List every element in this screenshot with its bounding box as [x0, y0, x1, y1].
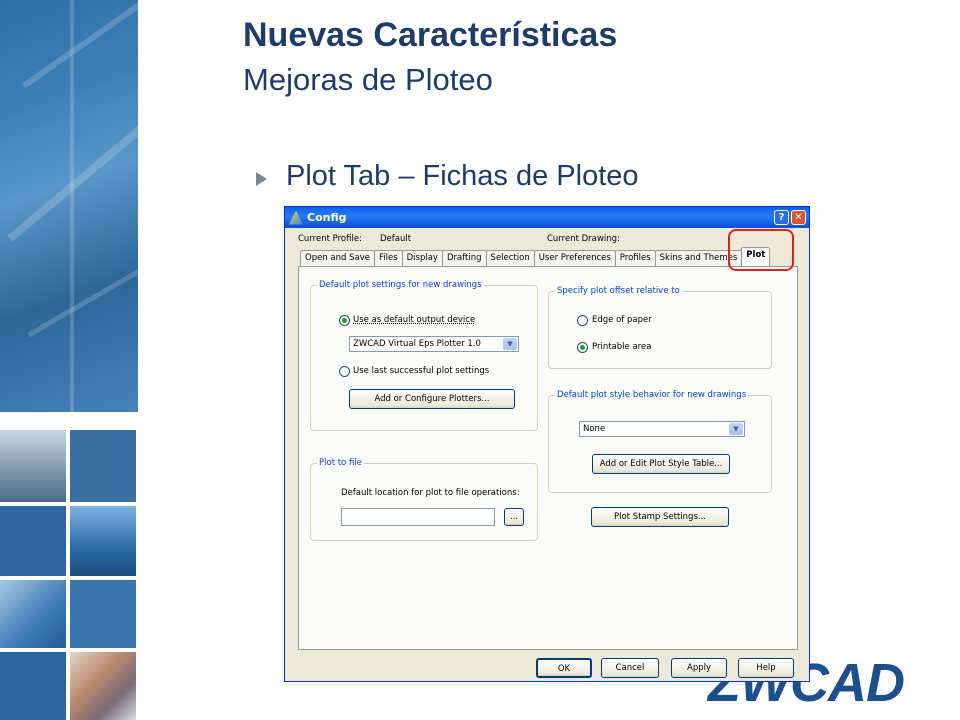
plot-offset-legend: Specify plot offset relative to — [555, 286, 682, 296]
current-profile-value: Default — [380, 234, 412, 244]
default-plot-settings-legend: Default plot settings for new drawings — [317, 280, 484, 290]
plot-offset-group: Specify plot offset relative to Edge of … — [548, 286, 772, 369]
help-icon[interactable]: ? — [774, 210, 789, 225]
tab-selection[interactable]: Selection — [485, 250, 535, 266]
bullet-arrow-icon — [256, 172, 267, 186]
close-icon[interactable]: ✕ — [791, 210, 806, 225]
dialog-title: Config — [307, 211, 347, 224]
chevron-down-icon: ▼ — [729, 423, 743, 435]
browse-button[interactable]: ... — [504, 508, 524, 526]
use-last-settings-label: Use last successful plot settings — [353, 366, 490, 376]
plot-stamp-settings-button[interactable]: Plot Stamp Settings... — [591, 507, 729, 527]
plot-style-group: Default plot style behavior for new draw… — [548, 390, 772, 493]
use-default-device-radio[interactable] — [339, 315, 350, 326]
tab-open-and-save[interactable]: Open and Save — [300, 250, 375, 266]
output-device-select[interactable]: ZWCAD Virtual Eps Plotter 1.0 ▼ — [349, 336, 519, 352]
current-drawing-label: Current Drawing: — [547, 234, 620, 244]
printable-area-label: Printable area — [592, 342, 652, 352]
plot-style-value: None — [583, 424, 606, 434]
dialog-titlebar: Config ? ✕ — [285, 207, 809, 228]
default-plot-settings-group: Default plot settings for new drawings U… — [310, 280, 538, 431]
slide-subtitle: Mejoras de Ploteo — [243, 62, 493, 97]
plot-to-file-group: Plot to file Default location for plot t… — [310, 458, 538, 541]
app-icon — [289, 210, 303, 225]
tab-files[interactable]: Files — [373, 250, 403, 266]
decorative-building-image — [0, 0, 149, 412]
chevron-down-icon: ▼ — [503, 338, 517, 350]
decorative-tile — [70, 506, 136, 576]
plot-style-select[interactable]: None ▼ — [579, 421, 745, 437]
help-button[interactable]: Help — [738, 658, 794, 678]
cancel-button[interactable]: Cancel — [601, 658, 659, 678]
edge-of-paper-radio[interactable] — [577, 315, 588, 326]
edge-of-paper-label: Edge of paper — [592, 315, 652, 325]
decorative-tile — [0, 430, 66, 502]
apply-button[interactable]: Apply — [671, 658, 727, 678]
slide-title: Nuevas Características — [243, 16, 618, 54]
plot-to-file-legend: Plot to file — [317, 458, 364, 468]
plot-tab-panel: Default plot settings for new drawings U… — [298, 266, 798, 650]
tab-user-preferences[interactable]: User Preferences — [533, 250, 616, 266]
bullet-text: Plot Tab – Fichas de Ploteo — [286, 160, 639, 192]
plot-location-label: Default location for plot to file operat… — [341, 488, 520, 498]
plot-location-input[interactable] — [341, 508, 495, 526]
current-profile-label: Current Profile: — [298, 234, 362, 244]
add-edit-plot-style-button[interactable]: Add or Edit Plot Style Table... — [592, 454, 730, 474]
output-device-value: ZWCAD Virtual Eps Plotter 1.0 — [353, 339, 481, 349]
config-dialog: Config ? ✕ Current Profile: Default Curr… — [284, 206, 810, 682]
tab-drafting[interactable]: Drafting — [441, 250, 487, 266]
use-last-settings-radio[interactable] — [339, 366, 350, 377]
tab-profiles[interactable]: Profiles — [614, 250, 656, 266]
decorative-tile — [70, 652, 136, 720]
ok-button[interactable]: OK — [536, 658, 592, 678]
plot-style-legend: Default plot style behavior for new draw… — [555, 390, 749, 400]
decorative-tile — [0, 580, 66, 648]
decorative-tile — [0, 506, 66, 576]
decorative-tile — [70, 430, 136, 502]
tab-bar: Open and Save Files Display Drafting Sel… — [300, 247, 771, 266]
decorative-tile — [0, 652, 66, 720]
printable-area-radio[interactable] — [577, 342, 588, 353]
plot-tab-highlight — [728, 229, 794, 271]
use-default-device-label: Use as default output device — [353, 315, 476, 325]
add-configure-plotters-button[interactable]: Add or Configure Plotters... — [349, 389, 515, 409]
decorative-side-panel — [0, 0, 149, 720]
decorative-tile — [70, 580, 136, 648]
tab-display[interactable]: Display — [401, 250, 443, 266]
